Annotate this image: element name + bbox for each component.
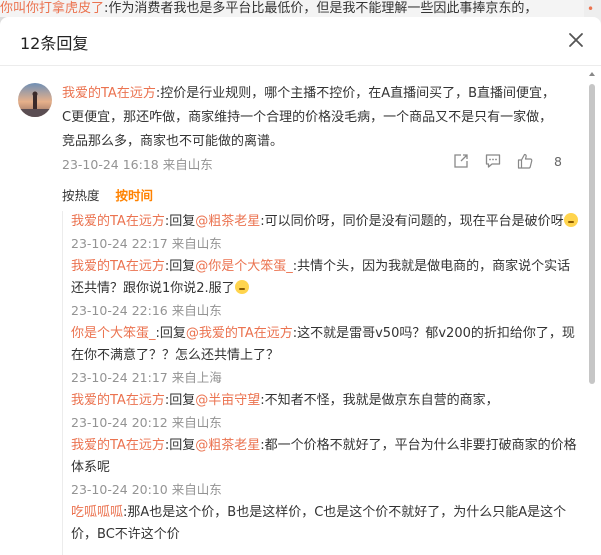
- reply-item: 我爱的TA在远方:回复@粗茶老星:都一个价格不就好了，平台为什么非要打破商家的价…: [71, 435, 583, 501]
- reply-time: 23-10-24 20:12 来自山东: [71, 415, 222, 430]
- reply-item: 吃呱呱呱:那A也是这个价，B也是这样价，C也是这个价不就好了，为什么只能A是这个…: [71, 502, 583, 546]
- reply-username[interactable]: 我爱的TA在远方: [71, 438, 165, 453]
- emoji-icon: [234, 280, 249, 294]
- like-count: 8: [554, 154, 562, 169]
- reply-text: :那A也是这个价，B也是这样价，C也是这个价不就好了，为什么只能A是这个价，BC…: [71, 505, 567, 542]
- main-comment-username[interactable]: 我爱的TA在远方: [62, 86, 156, 101]
- scrollbar-thumb[interactable]: [589, 84, 595, 384]
- reply-word: :回复: [155, 326, 186, 341]
- reply-time: 23-10-24 22:17 来自山东: [71, 236, 222, 251]
- main-comment-meta: 23-10-24 16:18 来自山东 8: [62, 152, 562, 172]
- reply-word: :回复: [164, 259, 196, 274]
- reply-word: :回复: [164, 214, 196, 229]
- reply-item: 我爱的TA在远方:回复@粗茶老星:可以同价呀，同价是没有问题的，现在平台是破价呀…: [71, 211, 583, 255]
- reply-list: 我爱的TA在远方:回复@粗茶老星:可以同价呀，同价是没有问题的，现在平台是破价呀…: [62, 211, 583, 555]
- reply-target[interactable]: @半亩守望: [195, 393, 260, 408]
- reply-item: 我爱的TA在远方:回复@半亩守望:不知者不怪，我就是做京东自营的商家， 23-1…: [71, 390, 583, 434]
- sort-by-hot-tab[interactable]: 按热度: [62, 188, 100, 203]
- sort-by-time-tab[interactable]: 按时间: [116, 188, 154, 203]
- reply-username[interactable]: 你是个大笨蛋_: [71, 326, 156, 341]
- comment-icon[interactable]: [484, 152, 502, 170]
- emoji-icon: [563, 213, 578, 227]
- reply-time: 23-10-24 20:10 来自山东: [71, 482, 222, 497]
- close-icon[interactable]: [567, 31, 585, 49]
- reply-username[interactable]: 我爱的TA在远方: [71, 214, 165, 229]
- background-text: :作为消费者我也是多平台比最低价，但是我不能理解一些因此事捧京东的，: [104, 1, 538, 16]
- reply-target[interactable]: @粗茶老星: [195, 438, 260, 453]
- dialog-body[interactable]: 我爱的TA在远方:控价是行业规则，哪个主播不控价，在A直播间买了，B直播间便宜，…: [0, 66, 601, 555]
- reply-time: 23-10-24 22:16 来自山东: [71, 303, 222, 318]
- reply-username[interactable]: 我爱的TA在远方: [71, 259, 165, 274]
- dialog-title: 12条回复: [20, 34, 89, 53]
- reply-word: :回复: [164, 438, 196, 453]
- main-comment-time: 23-10-24 16:18 来自山东: [62, 157, 213, 172]
- share-icon[interactable]: [452, 152, 470, 170]
- reply-text: :不知者不怪，我就是做京东自营的商家，: [260, 393, 499, 408]
- reply-time: 23-10-24 21:17 来自上海: [71, 370, 222, 385]
- reply-target[interactable]: @你是个大笨蛋_: [195, 259, 293, 274]
- scroll-up-arrow-icon[interactable]: [589, 72, 595, 76]
- background-weibo-strip: 你叫你打拿虎皮了:作为消费者我也是多平台比最低价，但是我不能理解一些因此事捧京东…: [0, 0, 601, 17]
- reply-item: 你是个大笨蛋_:回复@我爱的TA在远方:这不就是雷哥v50吗？郁v200的折扣给…: [71, 323, 583, 389]
- reply-word: :回复: [164, 393, 196, 408]
- reply-target[interactable]: @我爱的TA在远方: [186, 326, 293, 341]
- reply-username[interactable]: 吃呱呱呱: [71, 505, 123, 520]
- sort-tabs: 按热度 按时间: [62, 185, 169, 204]
- like-icon[interactable]: [516, 152, 534, 170]
- scrollbar[interactable]: [587, 72, 597, 555]
- avatar[interactable]: [18, 83, 52, 117]
- background-username: 你叫你打拿虎皮了: [0, 1, 105, 16]
- reply-item: 我爱的TA在远方:回复@你是个大笨蛋_:共情个头，因为我就是做电商的，商家说个实…: [71, 256, 583, 322]
- replies-dialog: 12条回复 我爱的TA在远方:控价是行业规则，哪个主播不控价，在A直播间买了，B…: [0, 17, 601, 555]
- main-comment: 我爱的TA在远方:控价是行业规则，哪个主播不控价，在A直播间买了，B直播间便宜，…: [62, 82, 562, 154]
- reply-username[interactable]: 我爱的TA在远方: [71, 393, 165, 408]
- dialog-header: 12条回复: [0, 17, 601, 66]
- reply-text: :可以同价呀，同价是没有问题的，现在平台是破价呀: [260, 214, 564, 229]
- reply-target[interactable]: @粗茶老星: [195, 214, 260, 229]
- main-comment-actions: 8: [452, 152, 562, 172]
